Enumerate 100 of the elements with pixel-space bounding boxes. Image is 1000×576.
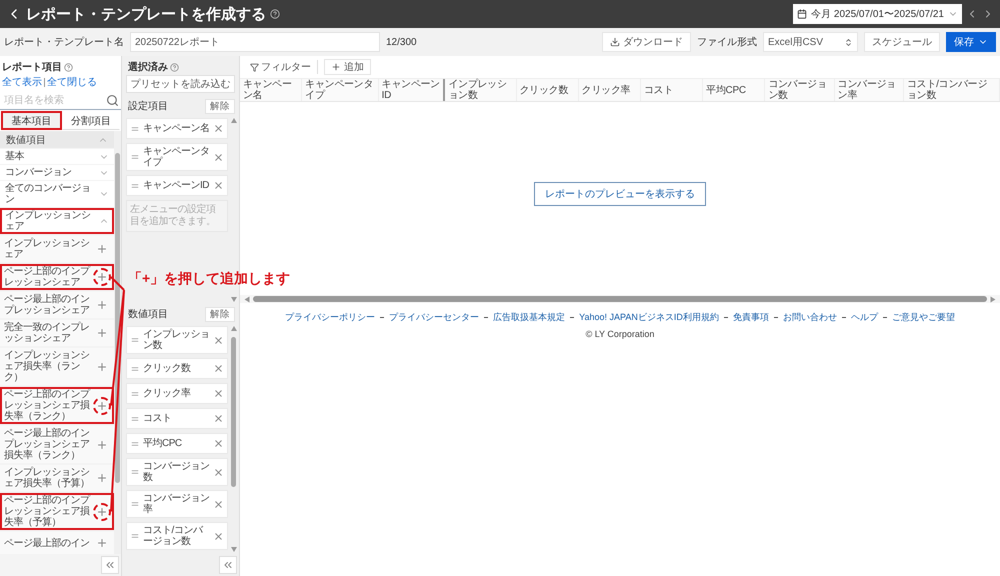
template-name-label: レポート・テンプレート名 xyxy=(4,36,124,49)
footer-link[interactable]: 免責事項 xyxy=(732,311,769,324)
selected-item-chip[interactable]: 平均CPC xyxy=(126,433,228,454)
filter-icon xyxy=(250,62,259,72)
column-header[interactable]: キャンペーンID xyxy=(378,79,446,101)
footer-link[interactable]: ヘルプ xyxy=(850,311,878,324)
filter-button[interactable]: フィルター xyxy=(250,60,318,74)
remove-icon[interactable] xyxy=(213,388,224,399)
selected-title: 選択済み xyxy=(128,60,168,74)
report-item-label: 完全一致のインプレッションシェア xyxy=(4,322,90,344)
remove-icon[interactable] xyxy=(213,123,224,134)
selected-item-chip[interactable]: インプレッション数 xyxy=(126,326,228,354)
show-preview-button[interactable]: レポートのプレビューを表示する xyxy=(534,182,706,206)
plus-icon xyxy=(96,360,108,372)
tab[interactable]: 基本項目 xyxy=(1,111,62,130)
copyright-text: © LY Corporation xyxy=(586,329,654,339)
remove-icon[interactable] xyxy=(213,498,224,510)
plus-icon xyxy=(96,506,108,518)
category-item[interactable]: 全てのコンバージョン xyxy=(0,181,114,207)
report-item-label: インプレッションシェア xyxy=(4,238,90,260)
footer-link[interactable]: 広告取扱基本規定 xyxy=(493,311,566,324)
report-item-label: ページ上部のインプレッションシェア損失率（予算） xyxy=(4,495,92,528)
add-button[interactable] xyxy=(93,268,111,286)
collapse-all-link[interactable]: 全て閉じる xyxy=(47,75,97,89)
sort-arrows-icon xyxy=(844,38,853,46)
plus-icon xyxy=(96,400,108,412)
add-button[interactable] xyxy=(93,396,111,414)
selected-item-chip[interactable]: キャンペーン名 xyxy=(126,118,228,139)
selected-item-chip[interactable]: コンバージョン数 xyxy=(126,458,228,486)
footer-link[interactable]: プライバシーセンター xyxy=(389,311,480,324)
date-range-picker[interactable]: 今月 2025/07/01〜2025/07/21 xyxy=(793,4,962,24)
horizontal-scrollbar[interactable] xyxy=(240,295,1000,303)
column-header[interactable]: コンバージョン数 xyxy=(765,79,835,101)
collapse-button[interactable] xyxy=(219,556,237,574)
selected-item-chip[interactable]: クリック率 xyxy=(126,383,228,404)
footer-link[interactable]: ご意見やご要望 xyxy=(892,311,955,324)
selected-item-chip[interactable]: コンバージョン率 xyxy=(126,490,228,518)
column-header[interactable]: コスト/コンバージョン数 xyxy=(904,79,1000,101)
footer-link[interactable]: プライバシーポリシー xyxy=(285,311,376,324)
help-icon[interactable] xyxy=(270,9,280,19)
column-header[interactable]: インプレッション数 xyxy=(445,79,517,101)
download-button[interactable]: ダウンロード xyxy=(602,32,691,52)
remove-icon[interactable] xyxy=(213,363,224,374)
clear-button[interactable]: 解除 xyxy=(205,306,235,322)
selected-item-chip[interactable]: キャンペーンタイプ xyxy=(126,143,228,171)
remove-icon[interactable] xyxy=(213,466,224,478)
template-name-field[interactable]: 20250722レポート xyxy=(130,32,380,52)
footer-link[interactable]: お問い合わせ xyxy=(782,311,837,324)
selected-item-chip[interactable]: クリック数 xyxy=(126,358,228,379)
section-header[interactable]: 数値項目 xyxy=(0,131,114,148)
remove-icon[interactable] xyxy=(213,530,224,542)
category-item[interactable]: コンバージョン xyxy=(0,165,114,180)
column-header[interactable]: キャンペーン名 xyxy=(240,79,302,101)
selected-item-chip[interactable]: コスト/コンバージョン数 xyxy=(126,522,228,550)
category-item[interactable]: インプレッションシェア xyxy=(0,208,114,234)
selected-item-chip[interactable]: キャンペーンID xyxy=(126,175,228,196)
add-filter-button[interactable]: 追加 xyxy=(324,59,371,75)
scrollbar[interactable] xyxy=(230,324,237,554)
clear-button[interactable]: 解除 xyxy=(205,98,235,114)
plus-icon xyxy=(331,62,341,72)
column-header[interactable]: クリック率 xyxy=(578,79,641,101)
plus-icon xyxy=(96,438,108,450)
remove-icon[interactable] xyxy=(213,438,224,449)
plus-icon xyxy=(96,327,108,339)
report-item-label: ページ最上部のイン xyxy=(4,538,90,548)
help-icon[interactable] xyxy=(64,62,73,72)
report-item-label: ページ最上部のインプレッションシェア xyxy=(4,294,90,316)
footer-link[interactable]: Yahoo! JAPANビジネスID利用規約 xyxy=(579,311,719,324)
file-format-label: ファイル形式 xyxy=(697,36,757,49)
section-title: 数値項目 xyxy=(128,308,168,321)
plus-icon xyxy=(96,472,108,484)
report-item-label: ページ上部のインプレッションシェア xyxy=(4,266,92,288)
remove-icon[interactable] xyxy=(213,334,224,346)
add-button[interactable] xyxy=(93,502,111,520)
character-counter: 12/300 xyxy=(386,36,417,48)
load-preset-button[interactable]: プリセットを読み込む xyxy=(126,75,235,93)
search-icon[interactable] xyxy=(106,94,119,106)
plus-icon xyxy=(96,299,108,311)
column-header[interactable]: 平均CPC xyxy=(703,79,766,101)
annotation-text: 「+」を押して追加します xyxy=(128,270,290,288)
file-format-select[interactable]: Excel用CSV xyxy=(763,32,858,52)
save-button[interactable]: 保存 xyxy=(946,32,996,52)
plus-icon xyxy=(96,271,108,283)
column-header[interactable]: コンバージョン率 xyxy=(834,79,904,101)
column-header[interactable]: コスト xyxy=(640,79,704,101)
column-header[interactable]: キャンペーンタイプ xyxy=(302,79,379,101)
remove-icon[interactable] xyxy=(213,152,224,162)
collapse-button[interactable] xyxy=(101,556,119,574)
show-all-link[interactable]: 全て表示 xyxy=(2,75,42,89)
remove-icon[interactable] xyxy=(213,413,224,424)
schedule-button[interactable]: スケジュール xyxy=(864,32,940,52)
selected-item-chip[interactable]: コスト xyxy=(126,408,228,429)
remove-icon[interactable] xyxy=(213,180,224,191)
column-header[interactable]: クリック数 xyxy=(516,79,579,101)
download-icon xyxy=(610,37,620,47)
help-icon[interactable] xyxy=(170,62,179,72)
report-item-label: インプレッションシェア損失率（ランク） xyxy=(4,350,90,383)
report-items-title: レポート項目 xyxy=(2,61,62,74)
report-item-label: ページ最上部のインプレッションシェア損失率（ランク） xyxy=(4,428,90,461)
category-item[interactable]: 基本 xyxy=(0,149,114,164)
